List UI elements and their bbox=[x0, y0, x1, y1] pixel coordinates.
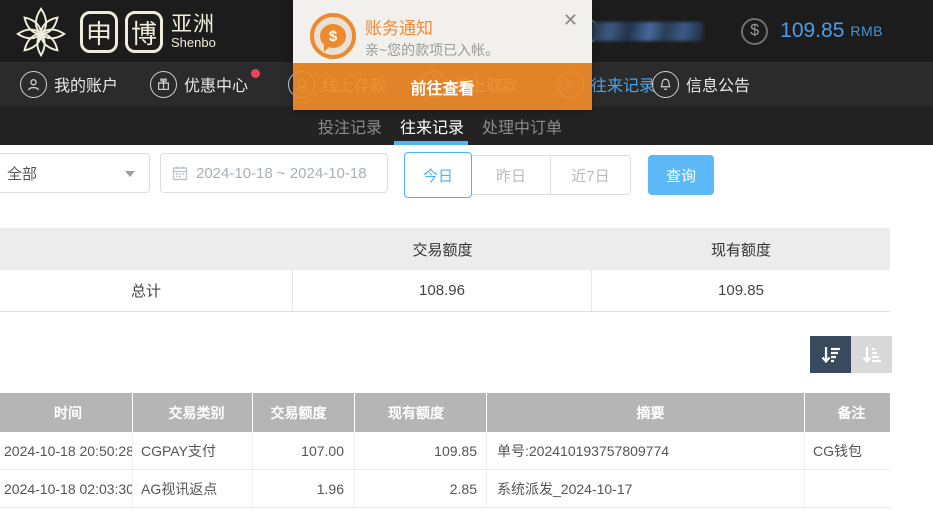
cell-balance: 109.85 bbox=[355, 432, 487, 469]
tab-pending-orders[interactable]: 处理中订单 bbox=[482, 106, 562, 145]
table-header-row: 时间 交易类别 交易额度 现有额度 摘要 备注 bbox=[0, 393, 890, 432]
summary-total-trade: 108.96 bbox=[293, 270, 592, 311]
username-censored bbox=[591, 22, 703, 41]
tab-label: 处理中订单 bbox=[482, 114, 562, 138]
cell-note: CG钱包 bbox=[805, 432, 890, 469]
nav-label: 信息公告 bbox=[686, 72, 750, 96]
cell-amount: 107.00 bbox=[253, 432, 355, 469]
date-range-value: 2024-10-18 ~ 2024-10-18 bbox=[196, 165, 367, 182]
cell-amount: 1.96 bbox=[253, 470, 355, 507]
tab-transaction-records[interactable]: 往来记录 bbox=[400, 106, 464, 145]
brand-char-2: 博 bbox=[125, 11, 163, 53]
nav-announcements[interactable]: 信息公告 bbox=[652, 62, 750, 106]
brand-char-1: 申 bbox=[80, 11, 118, 53]
popup-title: 账务通知 bbox=[365, 14, 433, 39]
cell-time: 2024-10-18 02:03:30 bbox=[0, 470, 133, 507]
record-tabs: 投注记录 往来记录 处理中订单 bbox=[0, 106, 933, 145]
go-view-button[interactable]: 前往查看 bbox=[293, 63, 592, 110]
dollar-glyph: $ bbox=[750, 22, 759, 40]
col-summary: 摘要 bbox=[487, 393, 805, 432]
summary-total-label: 总计 bbox=[0, 270, 293, 311]
transactions-table: 时间 交易类别 交易额度 现有额度 摘要 备注 2024-10-18 20:50… bbox=[0, 393, 890, 508]
summary-total-balance: 109.85 bbox=[592, 270, 890, 311]
table-row: 2024-10-18 02:03:30 AG视讯返点 1.96 2.85 系统派… bbox=[0, 470, 890, 508]
bell-icon bbox=[652, 71, 679, 98]
popup-message: 亲~您的款项已入帐。 bbox=[365, 40, 499, 60]
col-amount: 交易额度 bbox=[253, 393, 355, 432]
brand-logo[interactable]: 申 博 亚洲 Shenbo bbox=[12, 3, 216, 61]
brand-name-boxes: 申 博 bbox=[80, 11, 163, 53]
summary-header-empty bbox=[0, 228, 293, 270]
category-dropdown[interactable]: 全部 bbox=[0, 153, 150, 193]
cell-summary: 单号:202410193757809774 bbox=[487, 432, 805, 469]
tab-label: 往来记录 bbox=[400, 114, 464, 138]
today-button[interactable]: 今日 bbox=[404, 152, 472, 198]
tab-label: 投注记录 bbox=[318, 114, 382, 138]
summary-header-balance: 现有额度 bbox=[592, 228, 890, 270]
nav-my-account[interactable]: 我的账户 bbox=[20, 62, 118, 106]
col-note: 备注 bbox=[805, 393, 890, 432]
sort-descending-icon bbox=[819, 343, 843, 367]
cell-summary: 系统派发_2024-10-17 bbox=[487, 470, 805, 507]
filter-bar: 全部 2024-10-18 ~ 2024-10-18 今日 昨日 近7日 查询 bbox=[0, 145, 933, 205]
notification-dot bbox=[251, 69, 260, 78]
chevron-down-icon bbox=[125, 171, 135, 177]
summary-header-row: 交易额度 现有额度 bbox=[0, 228, 890, 270]
cell-balance: 2.85 bbox=[355, 470, 487, 507]
col-balance: 现有额度 bbox=[355, 393, 487, 432]
quick-date-buttons: 今日 昨日 近7日 bbox=[404, 155, 631, 195]
money-message-icon: $ bbox=[310, 13, 356, 59]
lotus-flower-icon bbox=[12, 3, 70, 61]
cell-type: CGPAY支付 bbox=[133, 432, 253, 469]
last-7-days-button[interactable]: 近7日 bbox=[551, 155, 631, 195]
wallet-coin-icon: $ bbox=[741, 18, 768, 45]
nav-promotions[interactable]: 优惠中心 bbox=[150, 62, 248, 106]
brand-region: 亚洲 bbox=[171, 14, 216, 36]
sort-ascending-button[interactable] bbox=[851, 336, 892, 373]
dollar-glyph: $ bbox=[329, 28, 337, 45]
cell-time: 2024-10-18 20:50:28 bbox=[0, 432, 133, 469]
summary-header-trade: 交易额度 bbox=[293, 228, 592, 270]
cell-note bbox=[805, 470, 890, 507]
date-range-input[interactable]: 2024-10-18 ~ 2024-10-18 bbox=[160, 153, 388, 193]
account-notification-popup: $ 账务通知 亲~您的款项已入帐。 ✕ 前往查看 bbox=[293, 0, 592, 110]
gift-icon bbox=[150, 71, 177, 98]
sort-descending-button[interactable] bbox=[810, 336, 851, 373]
search-button[interactable]: 查询 bbox=[648, 155, 714, 195]
cell-type: AG视讯返点 bbox=[133, 470, 253, 507]
sort-ascending-icon bbox=[860, 343, 884, 367]
close-icon[interactable]: ✕ bbox=[563, 10, 578, 31]
col-time: 时间 bbox=[0, 393, 133, 432]
nav-label: 我的账户 bbox=[54, 72, 118, 96]
nav-label: 往来记录 bbox=[591, 72, 655, 96]
category-selected-value: 全部 bbox=[7, 163, 37, 184]
popup-body: $ 账务通知 亲~您的款项已入帐。 ✕ bbox=[293, 0, 592, 63]
col-type: 交易类别 bbox=[133, 393, 253, 432]
currency-label: RMB bbox=[850, 23, 883, 39]
page: 申 博 亚洲 Shenbo $ 109.85 RMB bbox=[0, 0, 933, 515]
summary-total-row: 总计 108.96 109.85 bbox=[0, 270, 890, 312]
summary-table: 交易额度 现有额度 总计 108.96 109.85 bbox=[0, 228, 890, 312]
yesterday-button[interactable]: 昨日 bbox=[472, 155, 551, 195]
account-balance: 109.85 bbox=[780, 19, 844, 43]
calendar-icon bbox=[172, 165, 188, 181]
table-row: 2024-10-18 20:50:28 CGPAY支付 107.00 109.8… bbox=[0, 432, 890, 470]
person-icon bbox=[20, 71, 47, 98]
sort-controls bbox=[810, 336, 892, 373]
nav-label: 优惠中心 bbox=[184, 72, 248, 96]
tab-bet-records[interactable]: 投注记录 bbox=[318, 106, 382, 145]
brand-subtitle: Shenbo bbox=[171, 36, 216, 50]
